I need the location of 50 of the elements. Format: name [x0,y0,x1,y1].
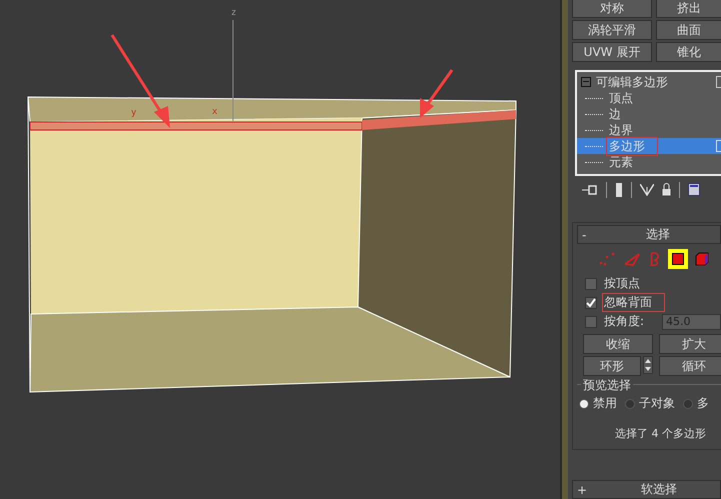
axis-label: z [231,8,236,18]
element-level-icon[interactable] [693,250,711,268]
checkbox-label: 按顶点 [603,275,641,292]
pin-icon[interactable] [582,184,598,196]
column-icon[interactable] [615,182,623,197]
rollout-header[interactable]: - 选择 [577,225,721,244]
radio-label: 子对象 [639,395,675,412]
checkbox-label: 忽略背面 [602,293,665,312]
arrow-drawing [420,69,454,118]
modifier-button[interactable]: 锥化 [656,42,721,62]
subobject-item[interactable]: 边 [577,106,721,122]
radio-label: 多 [697,395,709,412]
lock-icon[interactable] [662,183,671,196]
checkbox[interactable] [585,296,597,308]
fork-icon[interactable] [640,184,654,196]
collapse-sign[interactable]: - [578,228,592,242]
modifier-button[interactable]: 涡轮平滑 [572,20,652,40]
collapse-icon[interactable] [581,77,591,87]
group-title: 预览选择 [581,377,633,394]
ring-button[interactable]: 环形 [583,356,641,376]
radio-button[interactable] [579,398,589,408]
subobject-item[interactable]: 多边形 [577,138,721,154]
rollout-button[interactable]: 收缩 [583,334,653,354]
modifier-item[interactable]: 可编辑多边形 [596,74,668,90]
checkbox-label: 按角度: [603,313,646,330]
rollout-title: 选择 [646,226,670,243]
checkbox[interactable] [585,278,597,290]
modifier-button[interactable]: 挤出 [656,0,721,18]
radio-label: 禁用 [593,395,617,412]
subobject-item[interactable]: 顶点 [577,90,721,106]
modifier-button[interactable]: UVW 展开 [572,42,652,62]
rollout-title: 软选择 [641,481,677,498]
polygon-level-icon[interactable] [668,249,688,269]
radio-button[interactable] [625,398,635,408]
rollout-button[interactable]: 循环 [659,356,721,376]
modifier-button[interactable]: 对称 [572,0,652,18]
rollout-header[interactable]: + 软选择 [572,480,721,499]
configure-icon[interactable] [688,183,700,196]
checkbox[interactable] [585,316,597,328]
modifier-button[interactable]: 曲面 [656,20,721,40]
subobject-item[interactable]: 边界 [577,122,721,138]
selection-status-text: 选择了 4 个多边形 [614,426,707,441]
light-bulb-icon[interactable] [716,76,721,88]
axis-label: y [131,108,136,118]
axis-label: x [212,107,218,117]
radio-button[interactable] [683,398,693,408]
subobject-item[interactable]: 元素 [577,154,721,170]
expand-sign[interactable]: + [573,482,587,496]
rollout-button[interactable]: 扩大 [659,334,721,354]
spinner-icon[interactable] [643,356,653,374]
